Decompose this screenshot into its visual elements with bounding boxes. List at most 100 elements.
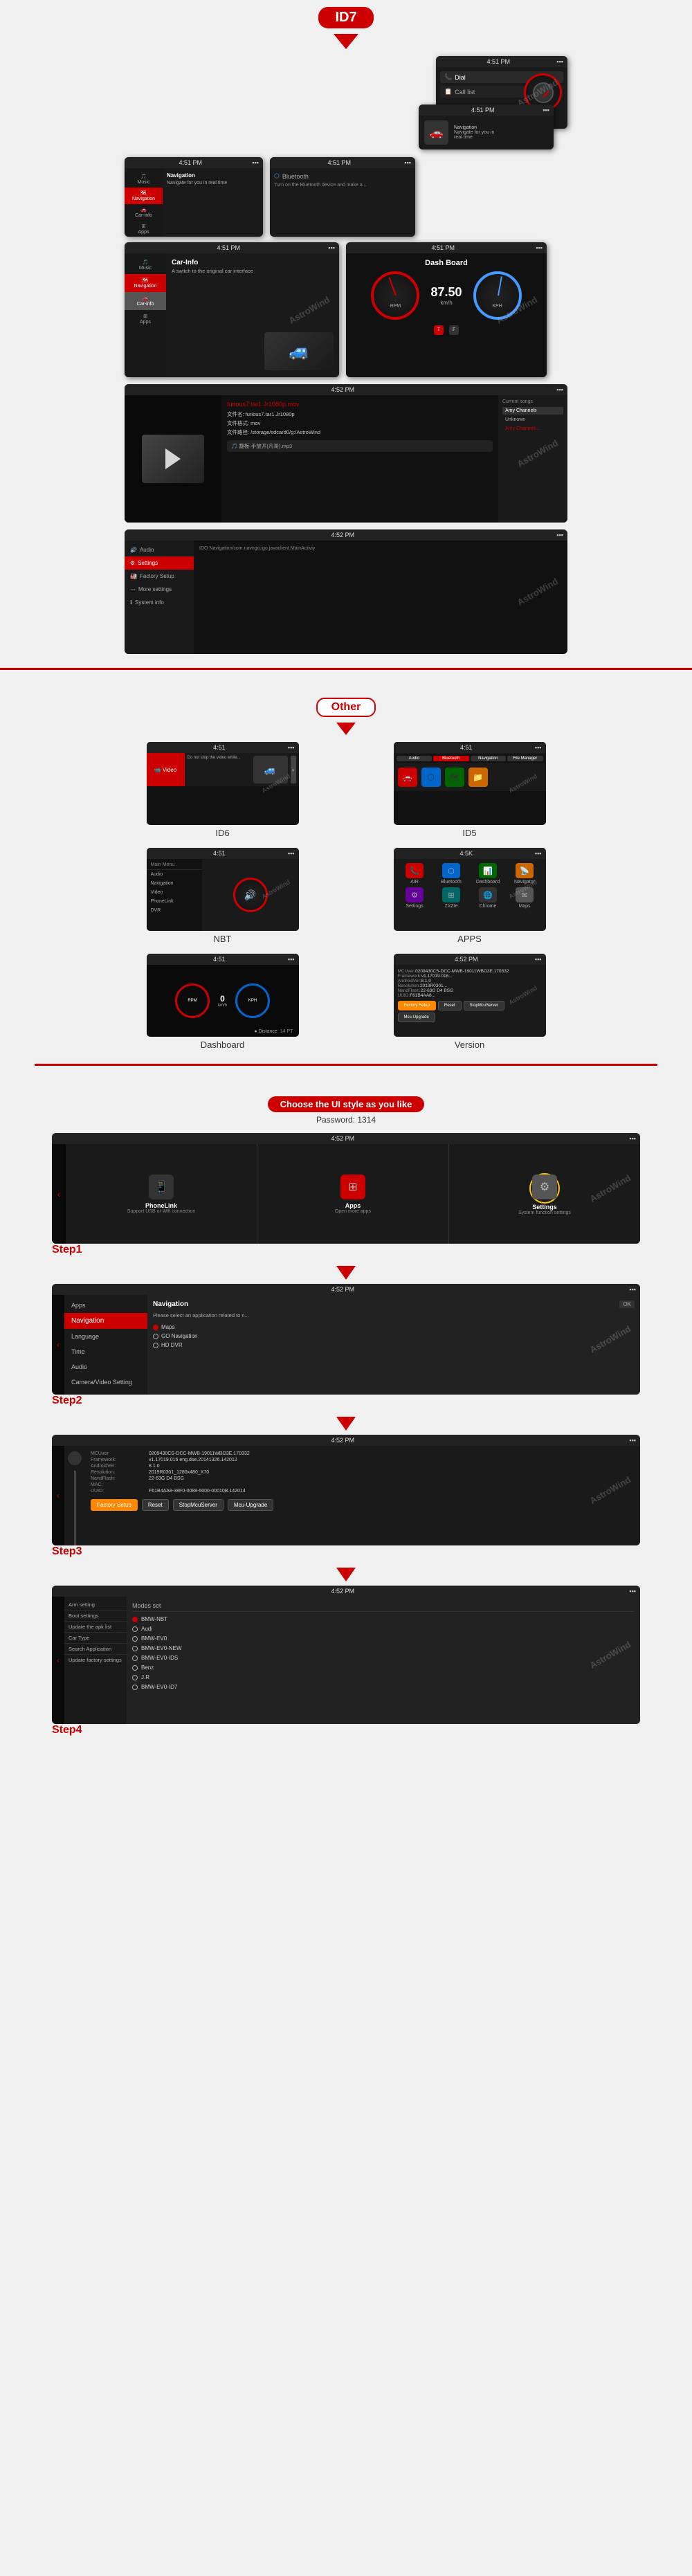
menu-time[interactable]: Time	[64, 1344, 147, 1359]
mode-evo-ids[interactable]: BMW-EV0-IDS	[132, 1655, 635, 1661]
version-upgrade-btn[interactable]: Mcu-Upgrade	[398, 1013, 435, 1022]
bt-desc: Turn on the Bluetooth device and make a.…	[274, 183, 411, 188]
mode-jr[interactable]: J.R	[132, 1674, 635, 1680]
section-divider-1	[0, 668, 692, 670]
video-time: 4:52 PM	[129, 386, 556, 393]
update-apk[interactable]: Update the apk list	[64, 1622, 127, 1633]
dash-unit: km/h	[430, 300, 462, 306]
id5-screen: 4:51▪▪▪ Audio Bluetooth Navigation File …	[394, 742, 546, 825]
video-file-type: 文件名: furious7.tar1.Jr1080p	[227, 410, 493, 418]
step3-upgrade-btn[interactable]: Mcu-Upgrade	[228, 1499, 273, 1511]
step4-label: Step4	[52, 1724, 82, 1736]
apps-label: APPS	[457, 934, 482, 944]
bt-title: Bluetooth	[282, 173, 309, 180]
search-app[interactable]: Search Application	[64, 1644, 127, 1655]
version-factory-btn[interactable]: Factory Setup	[398, 1001, 436, 1010]
other-item-apps: 4:5K▪▪▪ 📞AIR ⬡Bluetooth 📊Dashboard 📡Navi…	[351, 848, 588, 944]
id7-badge: ID7	[318, 7, 373, 28]
step1-arrow	[336, 1266, 356, 1280]
nav-option-maps[interactable]: Maps	[153, 1324, 635, 1330]
update-factory[interactable]: Update factory settings	[64, 1655, 127, 1665]
nav-option-dvr[interactable]: HD DVR	[153, 1342, 635, 1348]
step4-nav-left[interactable]: ‹	[52, 1597, 64, 1724]
step3-row: 4:52 PM▪▪▪ ‹ MCUver:0209430	[52, 1435, 640, 1561]
mode-audi[interactable]: Audi	[132, 1626, 635, 1632]
ci-car[interactable]: 🚗Car-info	[125, 292, 166, 310]
calllist-time: 4:51 PM	[423, 107, 543, 114]
menu-navigation[interactable]: Navigation	[64, 1313, 147, 1329]
step3-stopmcu-btn[interactable]: StopMcuServer	[173, 1499, 224, 1511]
calllist-screen: 4:51 PM ▪▪▪ 🚗 Navigation Navigate for yo…	[419, 105, 554, 149]
menu-apps[interactable]: Apps	[64, 1298, 147, 1313]
version-screen: 4:52 PM▪▪▪ MCUver:0209430CS-DCC-MWB-1901…	[394, 954, 546, 1037]
settings-sysinfo[interactable]: ℹ System info	[125, 596, 194, 609]
settings-screen: 4:52 PM ▪▪▪ 🔊 Audio ⚙ Settings	[125, 529, 567, 654]
ci-apps[interactable]: ⊞Apps	[125, 310, 166, 328]
car-type[interactable]: Car Type	[64, 1633, 127, 1644]
nav-music-item[interactable]: 🎵Music	[125, 171, 163, 188]
nav-option-go[interactable]: GO Navigation	[153, 1333, 635, 1339]
phonelink-item[interactable]: 📱 PhoneLink Support USB or Wifi connecti…	[66, 1144, 257, 1244]
step2-arrow	[336, 1417, 356, 1431]
nav-car-item[interactable]: 🚗Car-info	[125, 204, 163, 221]
step2-label: Step2	[52, 1395, 82, 1407]
step3-nav-left[interactable]: ‹	[52, 1446, 64, 1545]
car-info-screen: 4:51 PM ▪▪▪ 🎵Music 🗺Navigation 🚗Car-info…	[125, 242, 339, 377]
video-screen: 4:52 PM ▪▪▪ furious7.tar1.Jr1080p.mov 文件…	[125, 384, 567, 523]
settings-audio[interactable]: 🔊 Audio	[125, 543, 194, 556]
dashboard-mini-screen: 4:51▪▪▪ RPM 0 km/h KPH	[147, 954, 299, 1037]
video-file-path: 文件路径: /storage/sdcard0/g:/AstroWind	[227, 428, 493, 436]
version-label: Version	[455, 1040, 484, 1050]
menu-more[interactable]: More settings	[64, 1390, 147, 1395]
dial-time: 4:51 PM	[440, 58, 556, 65]
dial-title: Dial	[455, 74, 466, 81]
mode-evo[interactable]: BMW-EV0	[132, 1635, 635, 1642]
mode-evo-new[interactable]: BMW-EV0-NEW	[132, 1645, 635, 1651]
ci-desc: A switch to the original car interface	[172, 268, 334, 274]
video-filename: furious7.tar1.Jr1080p.mov	[227, 401, 493, 408]
bluetooth-screen: 4:51 PM ▪▪▪ ⬡ Bluetooth Turn on the Blue…	[270, 157, 415, 237]
settings-item-step1[interactable]: ⚙ Settings System function settings	[449, 1144, 640, 1244]
mode-nbt[interactable]: BMW-NBT	[132, 1616, 635, 1622]
id7-section: ID7 4:51 PM ▪▪▪ 📞 Dial	[0, 0, 692, 691]
mode-evo-id7[interactable]: BMW-EV0-ID7	[132, 1684, 635, 1690]
other-item-nbt: 4:51▪▪▪ Main Menu Audio Navigation Video…	[104, 848, 341, 944]
step2-nav-left[interactable]: ‹	[52, 1295, 64, 1395]
choose-badge: Choose the UI style as you like	[268, 1096, 425, 1112]
video-playing: 翻板-手放开(凡哥).mp3	[239, 443, 292, 449]
menu-language[interactable]: Language	[64, 1329, 147, 1344]
apps-item[interactable]: ⊞ Apps Open more apps	[257, 1144, 449, 1244]
dashboard-screen: 4:51 PM ▪▪▪ Dash Board RPM	[346, 242, 547, 377]
nbt-label: NBT	[214, 934, 232, 944]
step4-row: 4:52 PM▪▪▪ ‹ Arm setting Boot settings U…	[52, 1586, 640, 1739]
nav-nav-item[interactable]: 🗺Navigation	[125, 188, 163, 204]
arm-setting[interactable]: Arm setting	[64, 1599, 127, 1611]
step4-screen: 4:52 PM▪▪▪ ‹ Arm setting Boot settings U…	[52, 1586, 640, 1724]
step1-nav-left[interactable]: ‹	[52, 1144, 66, 1244]
apps-screen: 4:5K▪▪▪ 📞AIR ⬡Bluetooth 📊Dashboard 📡Navi…	[394, 848, 546, 931]
other-arrow	[336, 723, 356, 735]
step3-factory-btn[interactable]: Factory Setup	[91, 1499, 138, 1511]
step1-row: 4:52 PM▪▪▪ ‹ 📱 PhoneLink Support USB or …	[52, 1133, 640, 1259]
steps-container: 4:52 PM▪▪▪ ‹ 📱 PhoneLink Support USB or …	[52, 1133, 640, 1742]
settings-settings[interactable]: ⚙ Settings	[125, 556, 194, 570]
calllist-title: Call list	[455, 89, 475, 96]
menu-audio[interactable]: Audio	[64, 1359, 147, 1375]
id5-label: ID5	[462, 828, 476, 838]
mode-benz[interactable]: Benz	[132, 1665, 635, 1671]
version-reset-btn[interactable]: Reset	[438, 1001, 462, 1010]
choose-section: Choose the UI style as you like Password…	[0, 1087, 692, 1756]
step3-reset-btn[interactable]: Reset	[142, 1499, 169, 1511]
settings-factory[interactable]: 🏭 Factory Setup	[125, 570, 194, 583]
ci-nav[interactable]: 🗺Navigation	[125, 274, 166, 292]
settings-more[interactable]: ⋯ More settings	[125, 583, 194, 596]
step2-row: 4:52 PM▪▪▪ ‹ Apps Navigation Language Ti…	[52, 1284, 640, 1410]
ci-music[interactable]: 🎵Music	[125, 256, 166, 274]
password-text: Password: 1314	[316, 1115, 376, 1125]
menu-camera[interactable]: Camera/Video Setting	[64, 1375, 147, 1390]
nav-apps-item[interactable]: ⊞Apps	[125, 221, 163, 237]
boot-settings[interactable]: Boot settings	[64, 1611, 127, 1622]
nav-title: Navigation	[167, 172, 259, 179]
dash-speed: 87.50	[430, 285, 462, 300]
version-stopmcu-btn[interactable]: StopMcuServer	[464, 1001, 504, 1010]
